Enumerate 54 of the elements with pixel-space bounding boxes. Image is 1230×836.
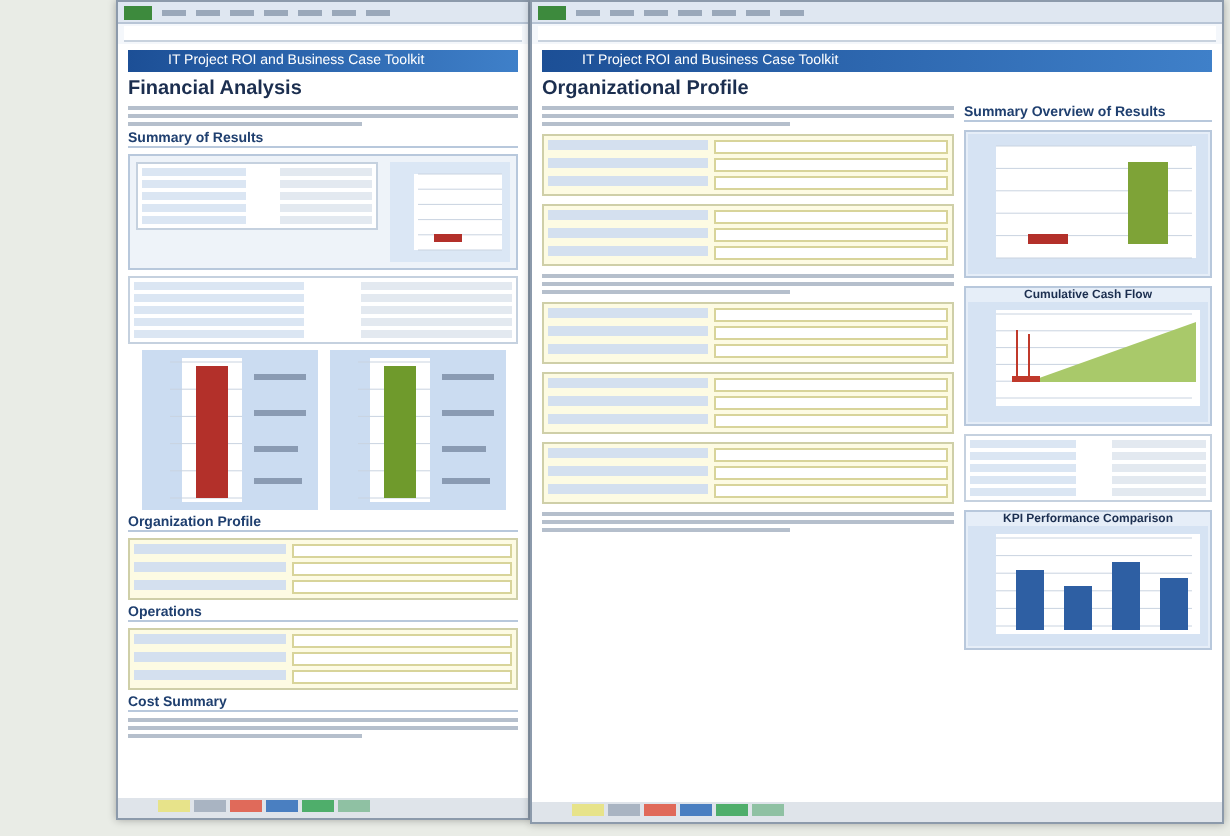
sheet-tab[interactable] [716, 804, 748, 816]
sheet-tab[interactable] [608, 804, 640, 816]
input-field[interactable] [291, 652, 512, 666]
input-field[interactable] [714, 396, 948, 410]
file-button[interactable] [538, 5, 566, 19]
ribbon-tab[interactable] [610, 9, 634, 15]
sheet-tab[interactable] [158, 800, 190, 812]
sheet-tab[interactable] [752, 804, 784, 816]
file-button[interactable] [124, 5, 152, 19]
input-field[interactable] [291, 544, 512, 558]
input-field[interactable] [714, 140, 948, 154]
sheet-tab[interactable] [680, 804, 712, 816]
ribbon-tab[interactable] [230, 9, 254, 15]
sheet-tab[interactable] [266, 800, 298, 812]
ribbon-tab[interactable] [298, 9, 322, 15]
input-field[interactable] [714, 210, 948, 224]
input-field[interactable] [714, 308, 948, 322]
ribbon-tab[interactable] [264, 9, 288, 15]
ribbon-tab[interactable] [678, 9, 702, 15]
page-heading: Organizational Profile [542, 78, 751, 100]
formula-bar[interactable] [538, 26, 1216, 42]
input-field[interactable] [714, 228, 948, 242]
ribbon-tab[interactable] [332, 9, 356, 15]
ribbon-tab[interactable] [644, 9, 668, 15]
input-field[interactable] [714, 466, 948, 480]
input-field[interactable] [714, 176, 948, 190]
sheet-tab[interactable] [338, 800, 370, 812]
ribbon-tab[interactable] [576, 9, 600, 15]
input-field[interactable] [714, 158, 948, 172]
ribbon-tab[interactable] [196, 9, 220, 15]
sheet-tab[interactable] [302, 800, 334, 812]
input-field[interactable] [714, 378, 948, 392]
page-heading: Financial Analysis [128, 78, 304, 100]
sheet-tab[interactable] [572, 804, 604, 816]
input-field[interactable] [714, 484, 948, 498]
input-field[interactable] [291, 562, 512, 576]
sheet-tab[interactable] [230, 800, 262, 812]
sheet-tab[interactable] [644, 804, 676, 816]
ribbon-tab[interactable] [780, 9, 804, 15]
input-field[interactable] [714, 246, 948, 260]
input-field[interactable] [714, 326, 948, 340]
input-field[interactable] [291, 634, 512, 648]
formula-bar[interactable] [124, 26, 522, 42]
sheet-tab[interactable] [194, 800, 226, 812]
input-field[interactable] [291, 580, 512, 594]
input-field[interactable] [714, 448, 948, 462]
input-field[interactable] [714, 414, 948, 428]
ribbon-tab[interactable] [366, 9, 390, 15]
ribbon-tab[interactable] [712, 9, 736, 15]
input-field[interactable] [714, 344, 948, 358]
ribbon-tab[interactable] [746, 9, 770, 15]
bar-chart-drawing [390, 162, 510, 262]
input-field[interactable] [291, 670, 512, 684]
ribbon-tab[interactable] [162, 9, 186, 15]
